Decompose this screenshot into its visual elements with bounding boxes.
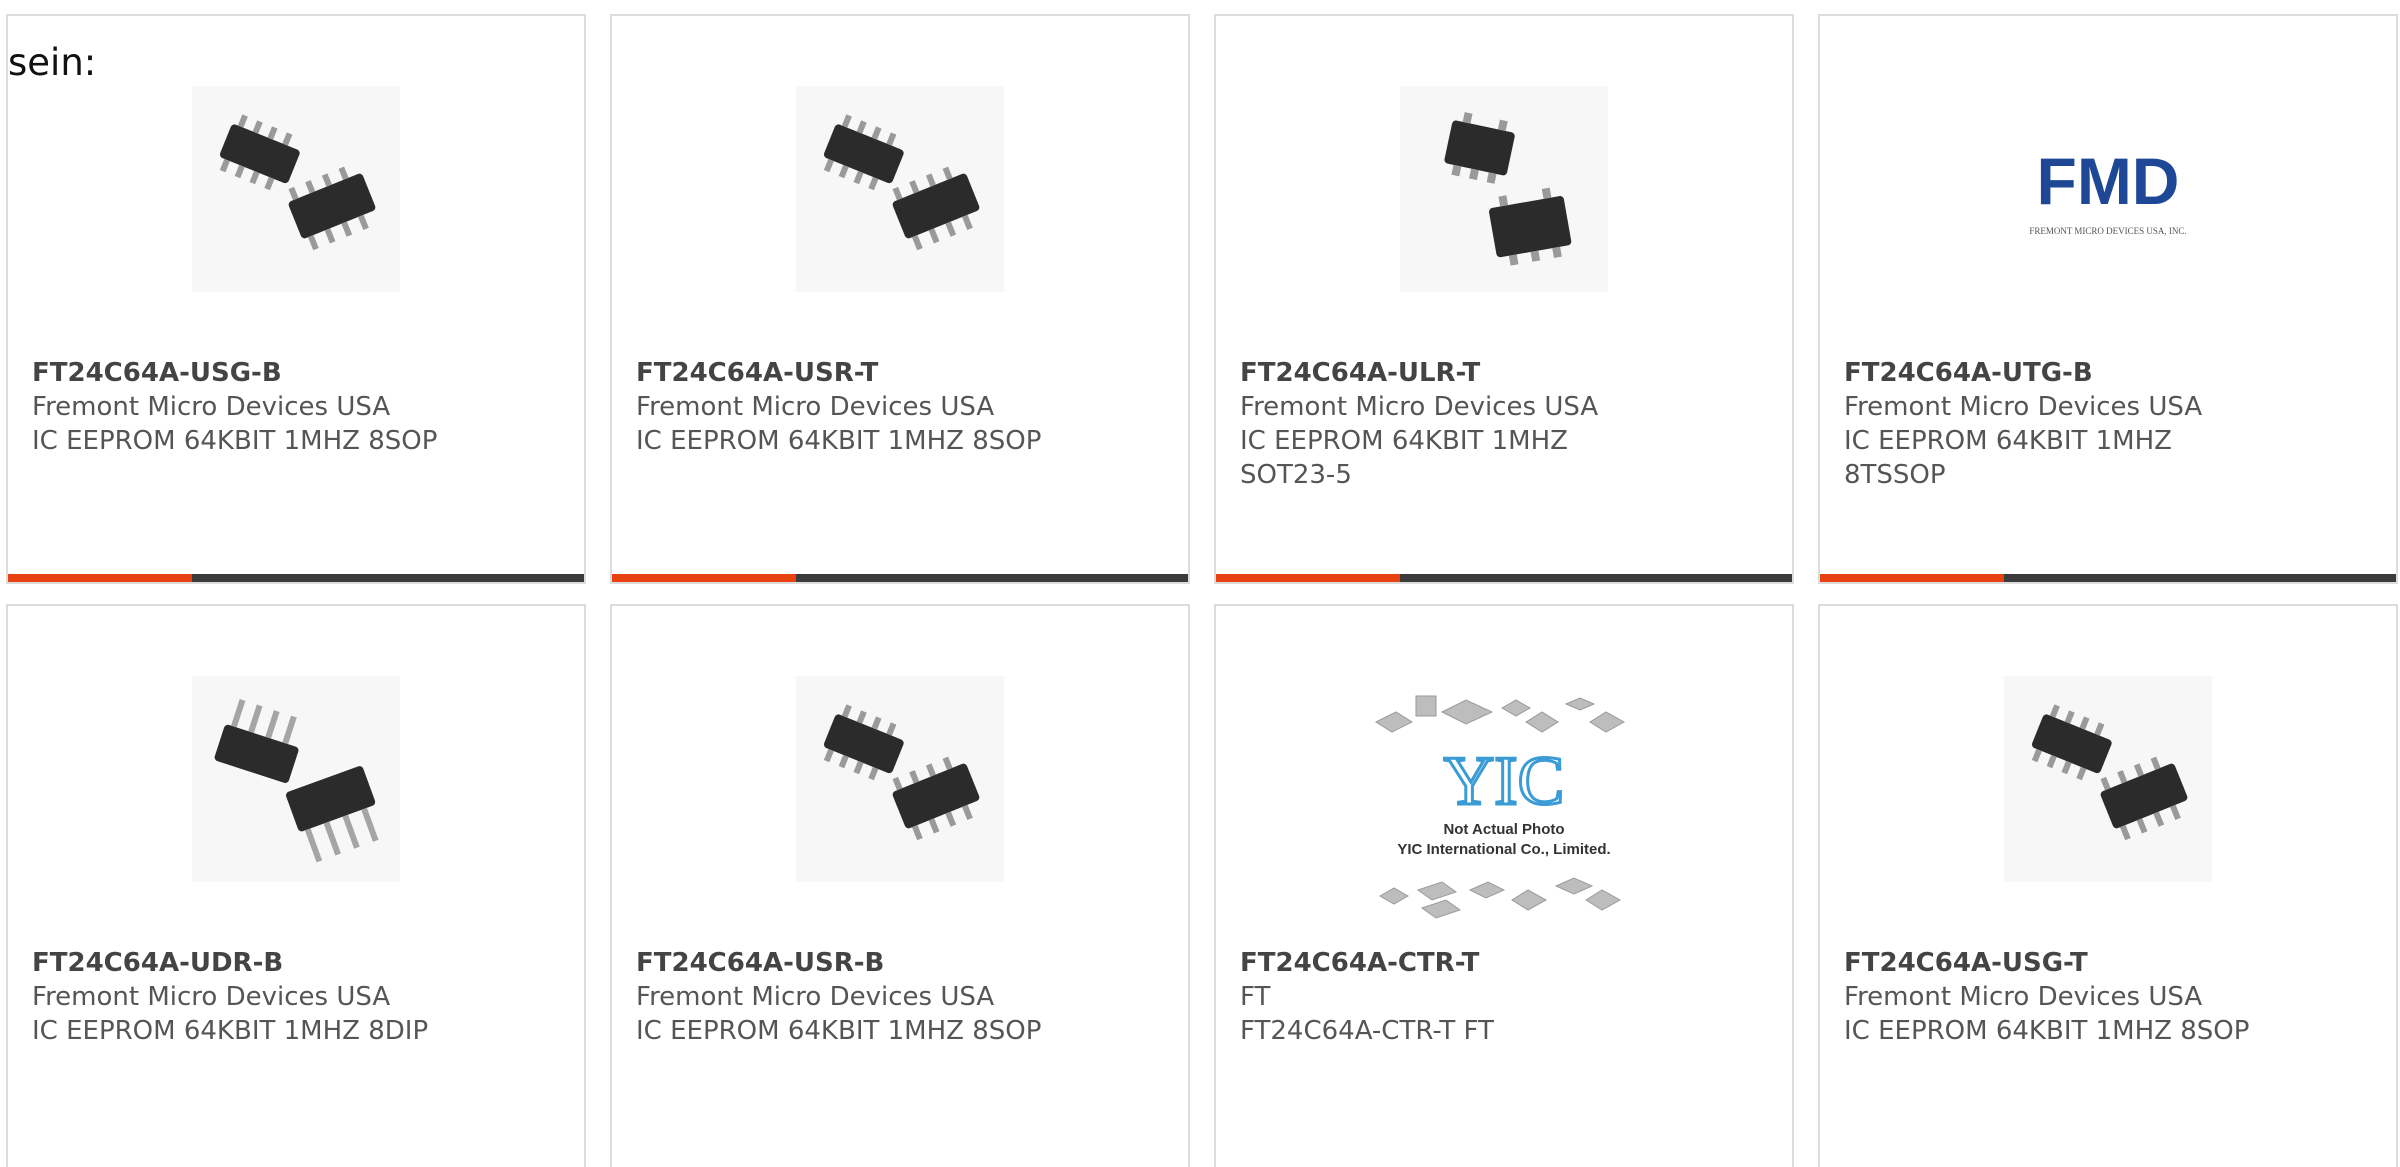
manufacturer-label: Fremont Micro Devices USA <box>1844 982 2203 1012</box>
manufacturer-label: Fremont Micro Devices USA <box>1240 392 1599 422</box>
progress-bar <box>1820 574 2396 582</box>
svg-text:FMD: FMD <box>2037 144 2180 218</box>
svg-text:FREMONT MICRO DEVICES USA, INC: FREMONT MICRO DEVICES USA, INC. <box>2029 226 2186 236</box>
page: sein: FT24C64A-USG-B Fremont Micro Devic… <box>0 0 2400 1167</box>
intro-text: sein: <box>8 41 97 84</box>
product-image[interactable]: FMD FREMONT MICRO DEVICES USA, INC. <box>2004 86 2212 292</box>
product-grid: FT24C64A-USG-B Fremont Micro Devices USA… <box>0 0 2400 1167</box>
progress-fill <box>1820 574 2005 582</box>
product-card[interactable]: FT24C64A-ULR-T Fremont Micro Devices USA… <box>1214 14 1794 584</box>
manufacturer-label: Fremont Micro Devices USA <box>1844 392 2203 422</box>
part-number-link[interactable]: FT24C64A-USR-T <box>636 356 1164 390</box>
product-info: FT24C64A-USG-B Fremont Micro Devices USA… <box>32 356 560 458</box>
product-card[interactable]: FT24C64A-USR-T Fremont Micro Devices USA… <box>610 14 1190 584</box>
description-label: IC EEPROM 64KBIT 1MHZ 8SOP <box>636 1016 1042 1046</box>
product-card[interactable]: FT24C64A-UDR-B Fremont Micro Devices USA… <box>6 604 586 1167</box>
svg-text:YIC: YIC <box>1444 743 1565 820</box>
product-image[interactable] <box>796 86 1004 292</box>
progress-fill <box>1216 574 1401 582</box>
description-label: IC EEPROM 64KBIT 1MHZ 8SOP <box>1844 1016 2250 1046</box>
manufacturer-label: Fremont Micro Devices USA <box>32 982 391 1012</box>
product-card[interactable]: FT24C64A-USG-B Fremont Micro Devices USA… <box>6 14 586 584</box>
sot23-chip-icon <box>1444 112 1572 266</box>
product-info: FT24C64A-UTG-B Fremont Micro Devices USA… <box>1844 356 2372 492</box>
progress-fill <box>8 574 193 582</box>
sop8-chip-icon <box>823 704 980 841</box>
progress-fill <box>612 574 797 582</box>
product-info: FT24C64A-UDR-B Fremont Micro Devices USA… <box>32 946 560 1048</box>
product-info: FT24C64A-USR-B Fremont Micro Devices USA… <box>636 946 1164 1048</box>
product-image[interactable] <box>192 676 400 882</box>
description-label: IC EEPROM 64KBIT 1MHZ 8SOP <box>32 426 438 456</box>
yic-placeholder-logo: YIC Not Actual Photo YIC International C… <box>1374 695 1626 919</box>
part-number-link[interactable]: FT24C64A-UTG-B <box>1844 356 2372 390</box>
description-label: FT24C64A-CTR-T FT <box>1240 1016 1494 1046</box>
part-number-link[interactable]: FT24C64A-CTR-T <box>1240 946 1768 980</box>
product-info: FT24C64A-USG-T Fremont Micro Devices USA… <box>1844 946 2372 1048</box>
manufacturer-label: Fremont Micro Devices USA <box>32 392 391 422</box>
description-label: IC EEPROM 64KBIT 1MHZ SOT23-5 <box>1240 426 1568 490</box>
svg-text:YIC International Co., Limited: YIC International Co., Limited. <box>1397 841 1610 858</box>
description-label: IC EEPROM 64KBIT 1MHZ 8DIP <box>32 1016 429 1046</box>
fmd-logo: FMD FREMONT MICRO DEVICES USA, INC. <box>2029 144 2186 236</box>
description-label: IC EEPROM 64KBIT 1MHZ 8TSSOP <box>1844 426 2172 490</box>
product-card[interactable]: FT24C64A-USR-B Fremont Micro Devices USA… <box>610 604 1190 1167</box>
progress-bar <box>8 574 584 582</box>
progress-bar <box>612 574 1188 582</box>
product-image[interactable] <box>796 676 1004 882</box>
sop8-chip-icon <box>219 114 376 251</box>
product-card[interactable]: FT24C64A-USG-T Fremont Micro Devices USA… <box>1818 604 2398 1167</box>
part-number-link[interactable]: FT24C64A-USG-B <box>32 356 560 390</box>
progress-bar <box>1216 574 1792 582</box>
manufacturer-label: Fremont Micro Devices USA <box>636 392 995 422</box>
product-info: FT24C64A-ULR-T Fremont Micro Devices USA… <box>1240 356 1768 492</box>
manufacturer-label: FT <box>1240 982 1271 1012</box>
product-image[interactable] <box>192 86 400 292</box>
sop8-chip-icon <box>823 114 980 251</box>
product-info: FT24C64A-CTR-T FT FT24C64A-CTR-T FT <box>1240 946 1768 1048</box>
product-card[interactable]: FMD FREMONT MICRO DEVICES USA, INC. FT24… <box>1818 14 2398 584</box>
product-image[interactable]: YIC Not Actual Photo YIC International C… <box>1366 686 1642 926</box>
product-image[interactable] <box>2004 676 2212 882</box>
part-number-link[interactable]: FT24C64A-ULR-T <box>1240 356 1768 390</box>
dip8-chip-icon <box>214 698 379 863</box>
part-number-link[interactable]: FT24C64A-UDR-B <box>32 946 560 980</box>
product-image[interactable] <box>1400 86 1608 292</box>
product-card[interactable]: YIC Not Actual Photo YIC International C… <box>1214 604 1794 1167</box>
part-number-link[interactable]: FT24C64A-USR-B <box>636 946 1164 980</box>
description-label: IC EEPROM 64KBIT 1MHZ 8SOP <box>636 426 1042 456</box>
svg-text:Not Actual Photo: Not Actual Photo <box>1443 821 1564 838</box>
manufacturer-label: Fremont Micro Devices USA <box>636 982 995 1012</box>
sop8-chip-icon <box>2031 704 2188 841</box>
part-number-link[interactable]: FT24C64A-USG-T <box>1844 946 2372 980</box>
product-info: FT24C64A-USR-T Fremont Micro Devices USA… <box>636 356 1164 458</box>
